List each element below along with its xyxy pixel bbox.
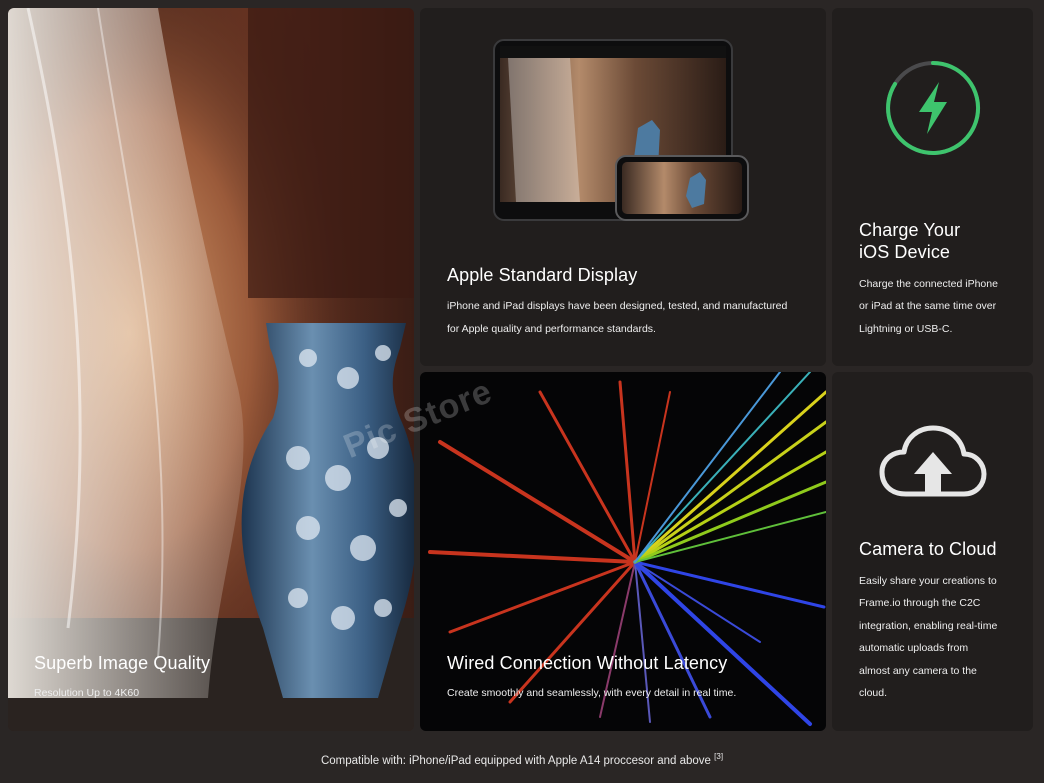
display-card: Apple Standard Display iPhone and iPad d… <box>420 8 826 366</box>
cloud-desc-line5: almost any camera to the <box>859 665 977 677</box>
wired-desc: Create smoothly and seamlessly, with eve… <box>447 687 737 699</box>
cloud-desc-line6: cloud. <box>859 687 888 699</box>
display-desc-line1: iPhone and iPad displays have been desig… <box>447 300 788 312</box>
charge-title-line1: Charge Your <box>859 220 961 240</box>
light-burst-graphic <box>428 372 826 726</box>
display-desc-line2: for Apple quality and performance standa… <box>447 323 656 335</box>
cloud-title: Camera to Cloud <box>859 539 997 559</box>
wired-card: Wired Connection Without Latency Create … <box>420 372 826 731</box>
wired-title: Wired Connection Without Latency <box>447 653 728 673</box>
cloud-desc-line2: Frame.io through the C2C <box>859 597 981 609</box>
image-quality-desc: Resolution Up to 4K60 <box>34 687 140 699</box>
compatibility-text: Compatible with: iPhone/iPad equipped wi… <box>320 754 711 767</box>
image-quality-title: Superb Image Quality <box>34 653 211 673</box>
vase-photo <box>8 8 414 731</box>
compatibility-note: Compatible with: iPhone/iPad equipped wi… <box>0 752 1044 767</box>
display-title: Apple Standard Display <box>447 265 638 285</box>
charge-title-line2: iOS Device <box>859 242 951 262</box>
charge-desc-line2: or iPad at the same time over <box>859 300 997 312</box>
footnote-ref[interactable]: [3] <box>714 752 723 761</box>
charge-desc-line3: Lightning or USB-C. <box>859 323 953 335</box>
cloud-desc-line4: automatic uploads from <box>859 642 969 654</box>
cloud-card: Camera to Cloud Easily share your creati… <box>832 372 1033 731</box>
image-quality-card: Superb Image Quality Resolution Up to 4K… <box>8 8 414 731</box>
charge-desc-line1: Charge the connected iPhone <box>859 278 998 290</box>
cloud-desc-line1: Easily share your creations to <box>859 575 997 587</box>
cloud-upload-icon <box>879 425 987 497</box>
cloud-desc-line3: integration, enabling real-time <box>859 620 998 632</box>
charge-card: Charge Your iOS Device Charge the connec… <box>832 8 1033 366</box>
devices-illustration <box>493 39 749 221</box>
lightning-bolt-icon <box>886 61 981 155</box>
feature-grid: Superb Image Quality Resolution Up to 4K… <box>0 0 1044 783</box>
